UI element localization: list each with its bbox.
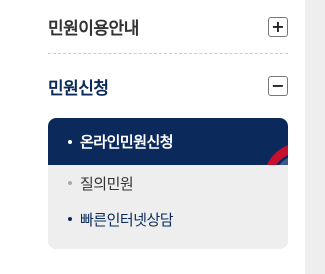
- minus-icon[interactable]: −: [268, 76, 288, 96]
- submenu-item-label: 빠른인터넷상담: [80, 210, 174, 229]
- submenu-item-online-application[interactable]: 온라인민원신청: [48, 118, 288, 165]
- right-gray-band: [305, 0, 325, 274]
- bullet-icon: [68, 181, 72, 185]
- submenu-item-label: 질의민원: [80, 174, 134, 193]
- sidebar-page: 민원이용안내 + 민원신청 − 온라인민원신청 질의민원 빠른인터넷상담: [0, 0, 325, 274]
- submenu-item-label: 온라인민원신청: [80, 133, 174, 151]
- menu-section-usage-guide[interactable]: 민원이용안내 +: [48, 0, 288, 54]
- submenu-list: 온라인민원신청 질의민원 빠른인터넷상담: [48, 118, 288, 249]
- bullet-icon: [68, 139, 72, 144]
- plus-icon[interactable]: +: [268, 16, 288, 37]
- menu-section-civil-application-label: 민원신청: [48, 78, 109, 99]
- menu-section-usage-guide-label: 민원이용안내: [48, 19, 139, 39]
- submenu-item-quick-consult[interactable]: 빠른인터넷상담: [48, 201, 288, 237]
- bullet-icon: [68, 217, 72, 221]
- swoosh-decoration-icon: [266, 145, 288, 165]
- sidebar-menu: 민원이용안내 + 민원신청 − 온라인민원신청 질의민원 빠른인터넷상담: [48, 0, 288, 249]
- submenu-item-inquiry[interactable]: 질의민원: [48, 165, 288, 201]
- menu-section-civil-application[interactable]: 민원신청 −: [48, 54, 288, 118]
